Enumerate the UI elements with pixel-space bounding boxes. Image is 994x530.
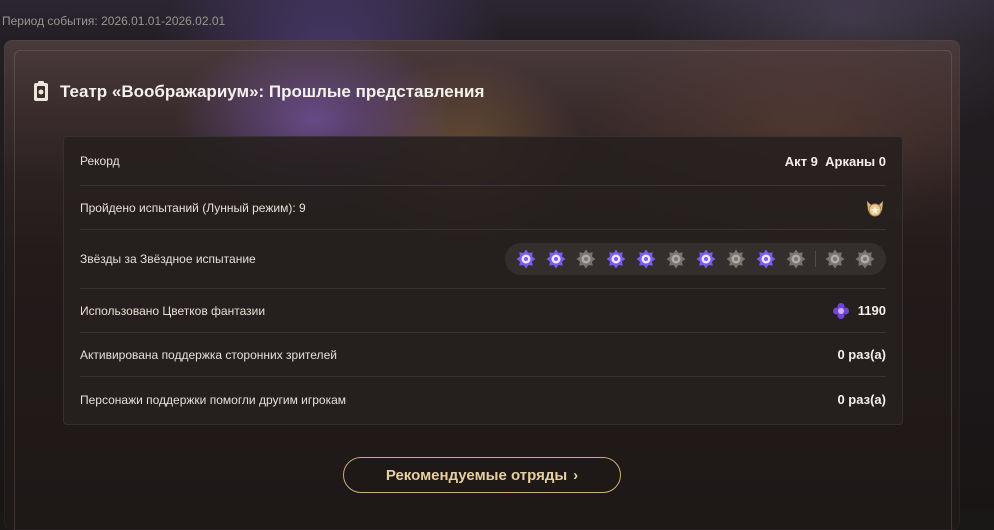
- flowers-label: Использовано Цветков фантазии: [80, 303, 266, 318]
- record-row: Рекорд Акт 9 Арканы 0: [80, 137, 886, 186]
- flowers-value-group: 1190: [832, 302, 886, 320]
- star-earned-icon: [696, 249, 716, 269]
- recommended-teams-label: Рекомендуемые отряды: [385, 466, 568, 484]
- event-period: Период события: 2026.01.01-2026.02.01: [2, 14, 226, 28]
- star-empty-icon: [576, 249, 596, 269]
- star-empty-icon: [726, 249, 746, 269]
- record-label: Рекорд: [80, 154, 120, 168]
- support-label: Активирована поддержка сторонних зрителе…: [80, 347, 337, 362]
- stars-divider: [815, 251, 816, 267]
- chevron-right-icon: ›: [573, 466, 579, 484]
- helped-label: Персонажи поддержки помогли другим игрок…: [80, 392, 347, 407]
- helped-row: Персонажи поддержки помогли другим игрок…: [80, 377, 886, 422]
- star-earned-icon: [636, 249, 656, 269]
- panel-title: Театр «Воображариум»: Прошлые представле…: [60, 82, 485, 101]
- star-empty-icon: [786, 249, 806, 269]
- star-earned-icon: [516, 249, 536, 269]
- fantasy-flower-icon: [832, 302, 849, 319]
- stats-card: Рекорд Акт 9 Арканы 0 Пройдено испытаний…: [63, 136, 903, 425]
- stars-label: Звёзды за Звёздное испытание: [80, 252, 256, 266]
- helped-value: 0 раз(а): [837, 392, 886, 407]
- stars-row: Звёзды за Звёздное испытание: [80, 230, 886, 289]
- panel-header: Театр «Воображариум»: Прошлые представле…: [32, 80, 484, 104]
- medal-icon: [867, 200, 883, 216]
- support-row: Активирована поддержка сторонних зрителе…: [80, 333, 886, 377]
- star-empty-icon: [666, 249, 686, 269]
- star-empty-icon: [825, 249, 845, 269]
- star-earned-icon: [606, 249, 626, 269]
- flowers-value: 1190: [857, 303, 886, 318]
- star-earned-icon: [546, 249, 566, 269]
- record-value: Акт 9 Арканы 0: [784, 153, 886, 169]
- theater-ticket-icon: [34, 81, 48, 101]
- trials-row: Пройдено испытаний (Лунный режим): 9: [80, 186, 886, 230]
- flowers-row: Использовано Цветков фантазии 1190: [80, 289, 886, 333]
- recommended-teams-button[interactable]: Рекомендуемые отряды ›: [343, 457, 621, 493]
- trials-badge: [864, 197, 886, 219]
- star-earned-icon: [756, 249, 776, 269]
- past-performances-panel: Театр «Воображариум»: Прошлые представле…: [4, 40, 960, 530]
- support-value: 0 раз(а): [837, 347, 886, 362]
- trials-label: Пройдено испытаний (Лунный режим): 9: [80, 200, 306, 215]
- stars-tracker: [505, 243, 886, 275]
- star-empty-icon: [855, 249, 875, 269]
